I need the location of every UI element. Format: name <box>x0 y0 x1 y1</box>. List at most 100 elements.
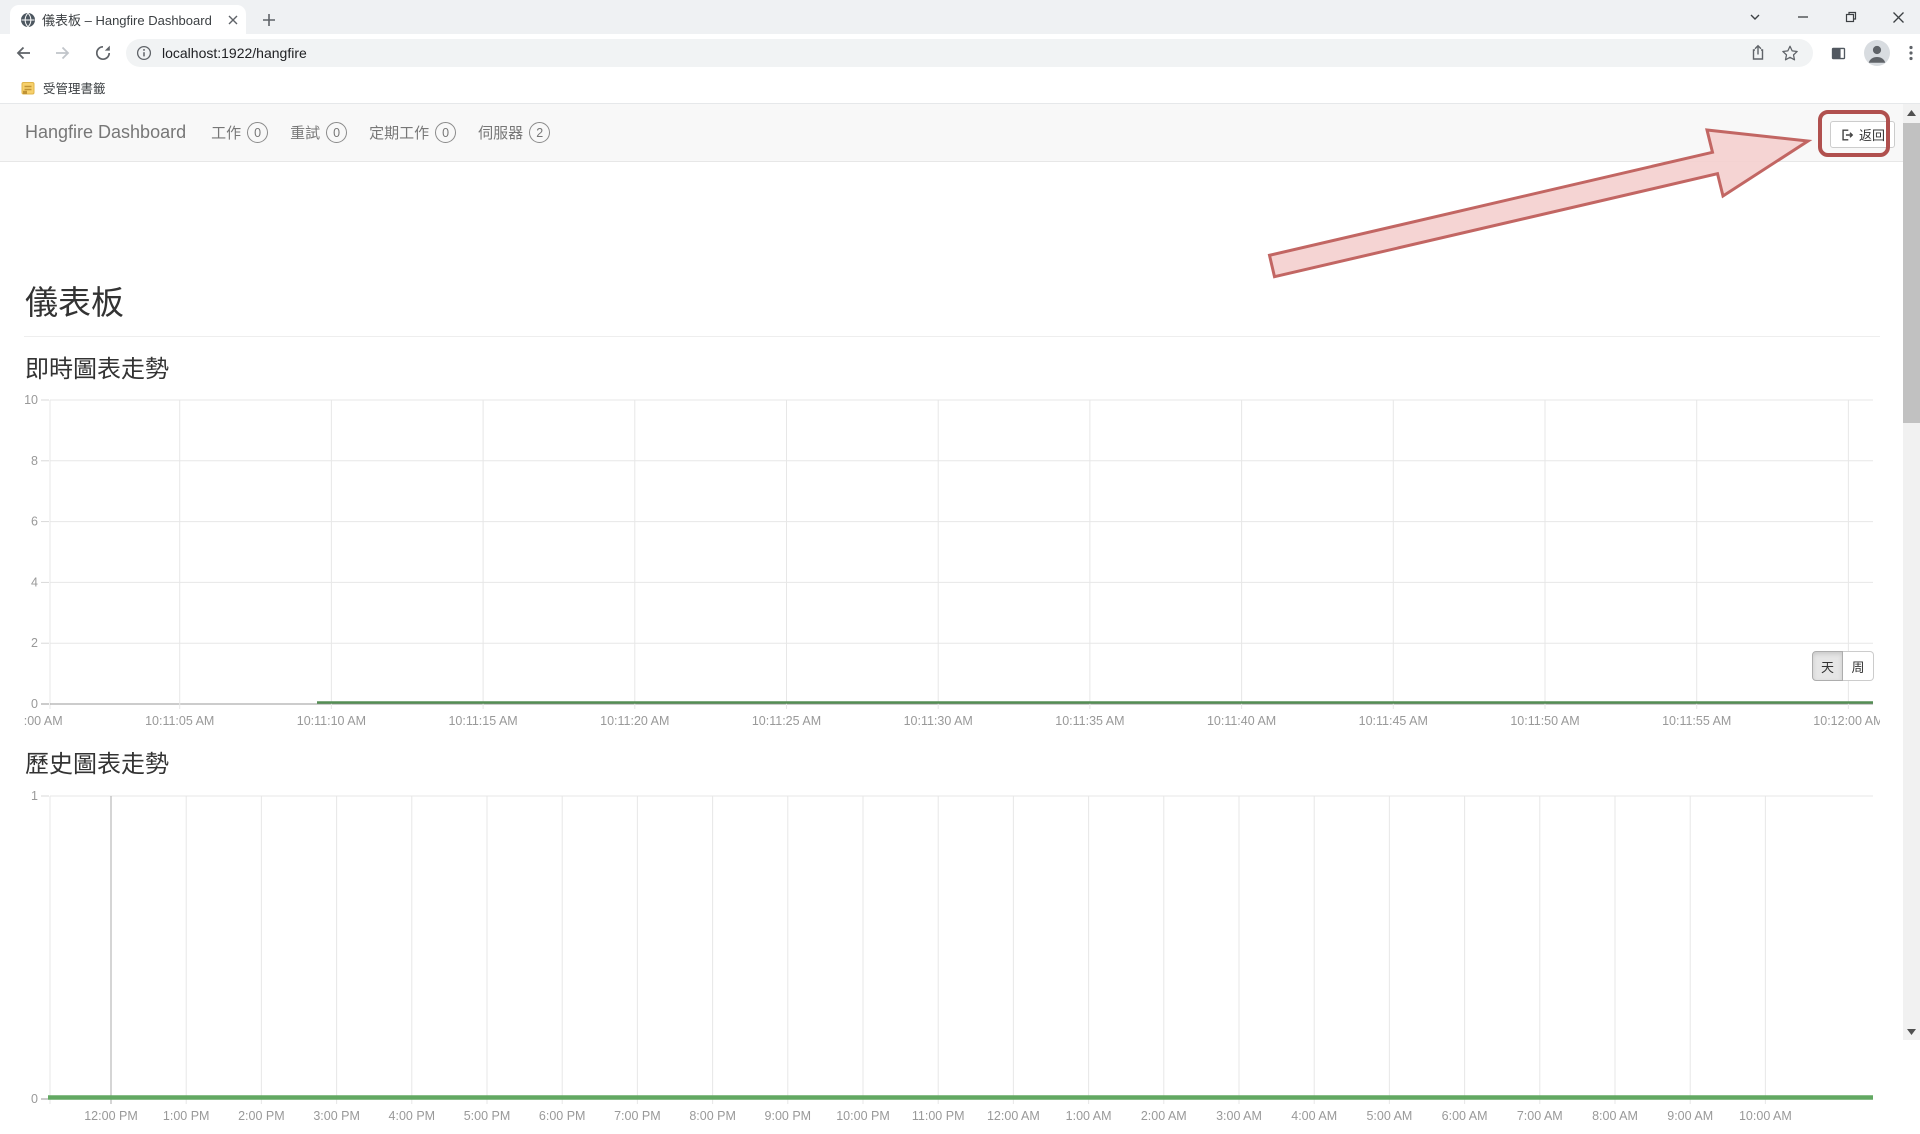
new-tab-button[interactable] <box>256 7 282 33</box>
tab-strip: 儀表板 – Hangfire Dashboard <box>0 0 1920 34</box>
jobs-count-badge: 0 <box>247 122 268 143</box>
page-title-divider <box>24 336 1880 337</box>
recurring-count-badge: 0 <box>435 122 456 143</box>
svg-text:6:00 AM: 6:00 AM <box>1442 1109 1488 1123</box>
back-icon[interactable] <box>6 36 40 70</box>
svg-text:10:11:55 AM: 10:11:55 AM <box>1662 714 1731 728</box>
side-panel-icon[interactable] <box>1824 39 1852 67</box>
sign-out-icon <box>1840 128 1854 142</box>
bookmarks-bar: 受管理書籤 <box>0 72 1920 104</box>
share-icon[interactable] <box>1749 44 1767 62</box>
svg-text:6:00 PM: 6:00 PM <box>539 1109 586 1123</box>
history-range-toggle: 天 周 <box>1812 651 1874 681</box>
nav-item-label: 伺服器 <box>478 122 523 143</box>
svg-text:10:11:25 AM: 10:11:25 AM <box>752 714 821 728</box>
svg-text:10:00 PM: 10:00 PM <box>836 1109 890 1123</box>
navbar-brand[interactable]: Hangfire Dashboard <box>25 122 186 143</box>
svg-text:9:00 AM: 9:00 AM <box>1667 1109 1713 1123</box>
window-minimize-icon[interactable] <box>1780 0 1826 34</box>
tab-title: 儀表板 – Hangfire Dashboard <box>42 10 222 29</box>
svg-text:7:00 AM: 7:00 AM <box>1517 1109 1563 1123</box>
svg-text:10:11:45 AM: 10:11:45 AM <box>1359 714 1428 728</box>
reload-icon[interactable] <box>86 36 120 70</box>
forward-icon[interactable] <box>46 36 80 70</box>
nav-item-label: 工作 <box>211 122 241 143</box>
svg-text:2:00 PM: 2:00 PM <box>238 1109 285 1123</box>
url-text: localhost:1922/hangfire <box>162 45 1749 61</box>
window-restore-icon[interactable] <box>1828 0 1874 34</box>
svg-text:3:00 PM: 3:00 PM <box>313 1109 360 1123</box>
svg-text:10:00 AM: 10:00 AM <box>1739 1109 1792 1123</box>
svg-text:6: 6 <box>31 515 38 529</box>
tab-close-icon[interactable] <box>228 15 238 25</box>
favicon <box>20 12 36 28</box>
hangfire-dashboard-page: Hangfire Dashboard 工作 0 重試 0 定期工作 0 伺服器 … <box>0 104 1920 1040</box>
svg-text:5:00 PM: 5:00 PM <box>464 1109 511 1123</box>
bookmark-label: 受管理書籤 <box>43 78 106 97</box>
kebab-menu-icon[interactable] <box>1902 44 1920 62</box>
nav-item-jobs[interactable]: 工作 0 <box>200 122 279 143</box>
retries-count-badge: 0 <box>326 122 347 143</box>
svg-text:8:00 AM: 8:00 AM <box>1592 1109 1638 1123</box>
servers-count-badge: 2 <box>529 122 550 143</box>
hangfire-navbar: Hangfire Dashboard 工作 0 重試 0 定期工作 0 伺服器 … <box>0 104 1920 162</box>
toggle-week-button[interactable]: 周 <box>1843 651 1874 681</box>
svg-text:4: 4 <box>31 575 38 589</box>
svg-text:10:11:05 AM: 10:11:05 AM <box>145 714 214 728</box>
svg-text:5:00 AM: 5:00 AM <box>1366 1109 1412 1123</box>
page-scrollbar[interactable] <box>1903 104 1920 1040</box>
nav-item-servers[interactable]: 伺服器 2 <box>467 122 561 143</box>
back-button[interactable]: 返回 <box>1830 121 1895 148</box>
svg-text:3:00 AM: 3:00 AM <box>1216 1109 1262 1123</box>
realtime-chart: 0 2 4 6 8 10 10:11:00 AM 10:11:05 AM 10:11:10 AM… <box>24 394 1880 730</box>
svg-text:10:11:40 AM: 10:11:40 AM <box>1207 714 1276 728</box>
nav-item-label: 重試 <box>290 122 320 143</box>
bookmark-star-icon[interactable] <box>1781 44 1799 62</box>
svg-text:10:11:30 AM: 10:11:30 AM <box>904 714 973 728</box>
page-title: 儀表板 <box>25 276 124 324</box>
svg-text:11:00 PM: 11:00 PM <box>912 1109 965 1123</box>
svg-text:10:11:00 AM: 10:11:00 AM <box>24 714 63 728</box>
svg-text:0: 0 <box>31 697 38 711</box>
svg-text:1: 1 <box>31 790 38 803</box>
svg-text:10:11:20 AM: 10:11:20 AM <box>600 714 669 728</box>
nav-item-recurring-jobs[interactable]: 定期工作 0 <box>358 122 467 143</box>
browser-tab[interactable]: 儀表板 – Hangfire Dashboard <box>10 5 246 34</box>
svg-text:8: 8 <box>31 454 38 468</box>
nav-item-label: 定期工作 <box>369 122 429 143</box>
history-chart: 0 1 12:00 PM 1:00 PM 2:00 PM 3:00 PM 4:00 PM 5:… <box>24 790 1880 1134</box>
scrollbar-down-icon[interactable] <box>1903 1023 1920 1040</box>
svg-text:4:00 PM: 4:00 PM <box>389 1109 436 1123</box>
scrollbar-thumb[interactable] <box>1903 123 1920 423</box>
back-button-label: 返回 <box>1859 125 1885 144</box>
window-chevron-icon[interactable] <box>1732 0 1778 34</box>
svg-text:10:11:35 AM: 10:11:35 AM <box>1055 714 1124 728</box>
svg-text:1:00 AM: 1:00 AM <box>1066 1109 1112 1123</box>
window-close-icon[interactable] <box>1876 0 1920 34</box>
svg-text:0: 0 <box>31 1092 38 1106</box>
nav-item-retries[interactable]: 重試 0 <box>279 122 358 143</box>
svg-text:10:11:15 AM: 10:11:15 AM <box>448 714 517 728</box>
svg-text:1:00 PM: 1:00 PM <box>163 1109 210 1123</box>
toggle-day-button[interactable]: 天 <box>1812 651 1843 681</box>
svg-text:12:00 AM: 12:00 AM <box>987 1109 1040 1123</box>
svg-text:2:00 AM: 2:00 AM <box>1141 1109 1187 1123</box>
site-info-icon[interactable] <box>136 45 152 61</box>
history-section-title: 歷史圖表走勢 <box>25 744 169 779</box>
svg-text:4:00 AM: 4:00 AM <box>1291 1109 1337 1123</box>
svg-text:12:00 PM: 12:00 PM <box>84 1109 138 1123</box>
svg-text:9:00 PM: 9:00 PM <box>765 1109 812 1123</box>
svg-text:10:12:00 AM: 10:12:00 AM <box>1813 714 1880 728</box>
svg-text:2: 2 <box>31 636 38 650</box>
svg-text:10:11:10 AM: 10:11:10 AM <box>297 714 366 728</box>
url-bar[interactable]: localhost:1922/hangfire <box>126 39 1813 67</box>
svg-text:8:00 PM: 8:00 PM <box>689 1109 736 1123</box>
profile-avatar[interactable] <box>1864 40 1890 66</box>
managed-bookmarks-folder-icon <box>20 80 36 96</box>
managed-bookmarks-item[interactable]: 受管理書籤 <box>14 75 112 100</box>
svg-text:10:11:50 AM: 10:11:50 AM <box>1510 714 1579 728</box>
svg-text:10: 10 <box>24 394 38 407</box>
realtime-section-title: 即時圖表走勢 <box>25 349 169 384</box>
scrollbar-up-icon[interactable] <box>1903 104 1920 121</box>
svg-text:7:00 PM: 7:00 PM <box>614 1109 661 1123</box>
